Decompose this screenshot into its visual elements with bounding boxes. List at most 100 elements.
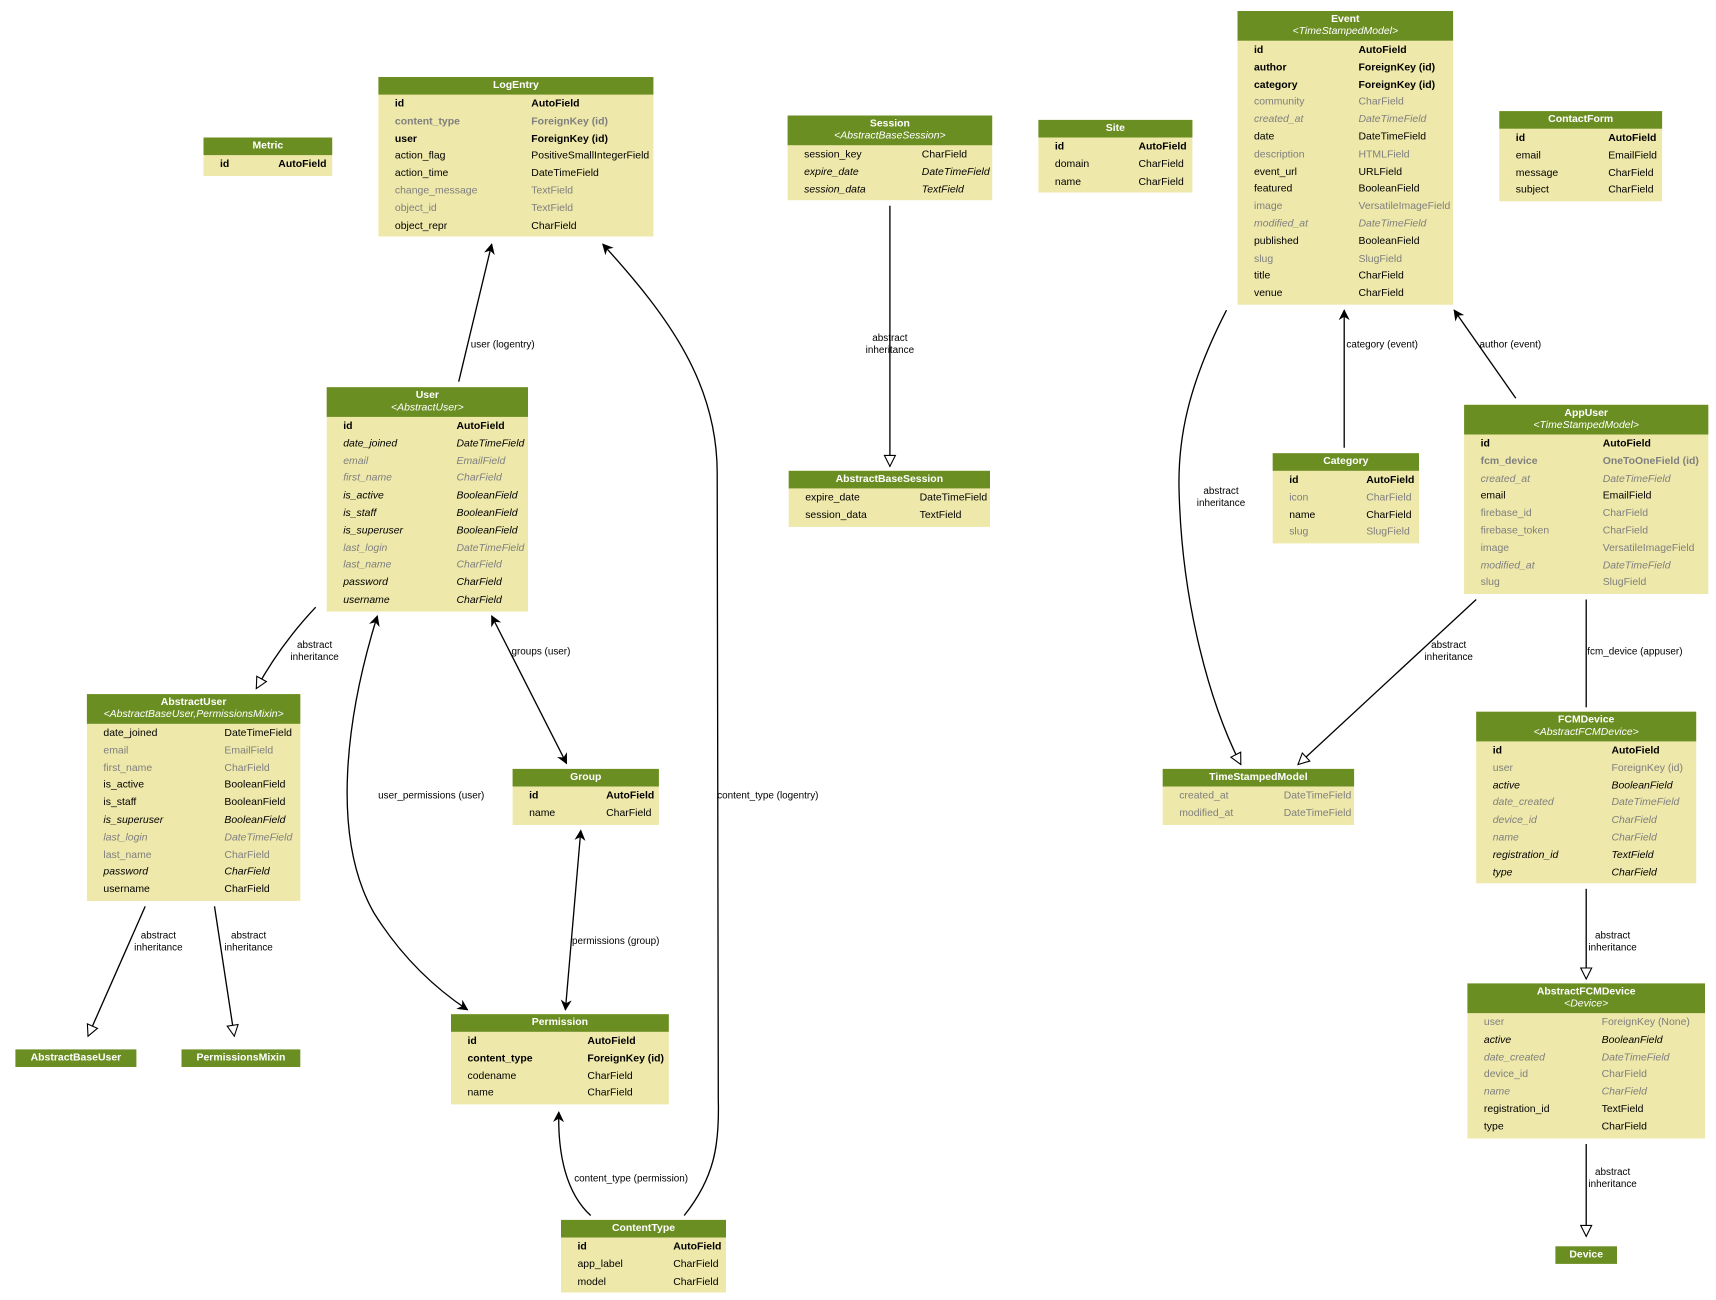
edge-event-timestampedmodel — [1178, 309, 1242, 764]
field-type: BooleanField — [224, 779, 286, 792]
model-device[interactable]: Device — [1555, 1246, 1617, 1264]
field-type: ForeignKey (id) — [531, 115, 608, 128]
field-row: id AutoField — [1464, 436, 1708, 453]
field-name: created_at — [1179, 789, 1229, 802]
model-category[interactable]: Category id AutoField icon CharField name Char… — [1272, 453, 1419, 544]
field-row: created_at DateTimeField — [1464, 470, 1708, 487]
model-abstractfcmdevice[interactable]: AbstractFCMDevice <Device> user ForeignKey … — [1467, 983, 1705, 1139]
field-row: password CharField — [327, 574, 528, 591]
field-name: date_created — [1483, 1051, 1545, 1064]
edge-userpermissions-user — [346, 614, 469, 1011]
field-row: icon CharField — [1273, 489, 1419, 506]
field-type: CharField — [531, 219, 577, 232]
field-row: modified_at DateTimeField — [1464, 557, 1708, 574]
model-contenttype[interactable]: ContentType id AutoField app_label CharField… — [561, 1219, 726, 1293]
field-row: id AutoField — [1476, 743, 1696, 760]
field-type: ForeignKey (id) — [1611, 762, 1683, 775]
field-type: CharField — [1366, 508, 1412, 521]
field-row: created_at DateTimeField — [1163, 788, 1354, 805]
field-name: is_superuser — [103, 813, 164, 827]
field-type: CharField — [587, 1069, 633, 1082]
model-group[interactable]: Group id AutoField name CharField — [512, 768, 659, 825]
field-type: DateTimeField — [531, 167, 599, 180]
model-contactform[interactable]: ContactForm id AutoField email EmailField mes… — [1499, 111, 1663, 202]
field-name: name — [1483, 1085, 1511, 1099]
field-name: expire_date — [804, 165, 859, 178]
field-type: EmailField — [1602, 489, 1652, 503]
model-permissionsmixin[interactable]: PermissionsMixin — [181, 1049, 301, 1067]
field-row: firebase_token CharField — [1464, 522, 1708, 539]
field-row: change_message TextField — [378, 183, 653, 200]
model-fcmdevice[interactable]: FCMDevice <AbstractFCMDevice> id AutoField u… — [1476, 711, 1697, 884]
field-row: expire_date DateTimeField — [789, 490, 990, 507]
er-diagram: Metric id AutoField LogEntry id AutoField cont… — [0, 0, 1716, 1300]
field-row: firebase_id CharField — [1464, 505, 1708, 522]
model-abstractbaseuser[interactable]: AbstractBaseUser — [15, 1049, 137, 1067]
edge-label: permissions (group) — [572, 935, 660, 946]
model-name: Site — [1105, 122, 1125, 135]
model-header: AbstractBaseUser — [15, 1049, 137, 1067]
field-row: title CharField — [1238, 268, 1454, 285]
model-site[interactable]: Site id AutoField domain CharField name CharFi… — [1038, 119, 1193, 193]
field-type: CharField — [456, 472, 502, 485]
model-permission[interactable]: Permission id AutoField content_type Foreign… — [451, 1014, 669, 1105]
field-type: BooleanField — [224, 796, 286, 809]
field-name: object_id — [394, 202, 437, 215]
model-abstractbasesession[interactable]: AbstractBaseSession expire_date DateTimeFi… — [788, 470, 990, 527]
model-header: AbstractBaseSession — [788, 470, 990, 489]
field-type: EmailField — [1608, 149, 1657, 162]
field-type: DateTimeField — [224, 831, 293, 844]
field-type: CharField — [1601, 1068, 1647, 1081]
field-name: id — [394, 97, 405, 110]
field-name: id — [1515, 132, 1526, 145]
field-row: category ForeignKey (id) — [1238, 77, 1454, 94]
field-type: CharField — [673, 1258, 719, 1271]
field-type: AutoField — [673, 1240, 722, 1253]
field-name: id — [1289, 474, 1299, 487]
field-name: codename — [467, 1069, 517, 1082]
field-type: TextField — [531, 184, 574, 197]
model-session[interactable]: Session <AbstractBaseSession> session_key C… — [787, 115, 993, 201]
model-logentry[interactable]: LogEntry id AutoField content_type ForeignKe… — [378, 77, 654, 237]
field-row: password CharField — [87, 864, 300, 881]
field-name: content_type — [394, 115, 460, 128]
field-name: description — [1254, 148, 1305, 161]
field-row: date_created DateTimeField — [1467, 1049, 1705, 1066]
field-type: AutoField — [1366, 474, 1415, 487]
model-abstractuser[interactable]: AbstractUser <AbstractBaseUser,Permission… — [86, 694, 301, 901]
model-name: ContactForm — [1548, 113, 1614, 126]
field-type: CharField — [1602, 524, 1649, 537]
field-row: last_name CharField — [327, 557, 528, 574]
model-appuser[interactable]: AppUser <TimeStampedModel> id AutoField fcm_… — [1464, 404, 1709, 595]
field-row: action_time DateTimeField — [378, 165, 653, 182]
field-type: TextField — [531, 202, 574, 215]
field-name: user — [394, 132, 417, 145]
field-row: user ForeignKey (id) — [378, 130, 653, 147]
field-row: id AutoField — [204, 156, 333, 173]
field-type: CharField — [224, 883, 270, 896]
model-name: Group — [570, 771, 602, 784]
field-type: AutoField — [531, 97, 580, 110]
model-parent: <TimeStampedModel> — [1533, 419, 1640, 432]
field-name: date_created — [1492, 796, 1554, 809]
field-type: TextField — [1601, 1103, 1644, 1116]
field-type: DateTimeField — [1602, 559, 1671, 572]
field-row: id AutoField — [451, 1033, 669, 1050]
model-name: AbstractBaseSession — [835, 473, 944, 486]
field-row: is_superuser BooleanField — [87, 812, 300, 829]
edge-label: groups (user) — [511, 645, 571, 657]
model-timestampedmodel[interactable]: TimeStampedModel created_at DateTimeField m… — [1162, 768, 1355, 825]
field-name: device_id — [1483, 1068, 1529, 1081]
field-row: created_at DateTimeField — [1238, 111, 1454, 128]
field-name: last_login — [103, 831, 148, 844]
model-metric[interactable]: Metric id AutoField — [203, 137, 333, 176]
edge-groups-user — [491, 615, 568, 765]
model-user[interactable]: User <AbstractUser> id AutoField date_joined… — [326, 387, 528, 612]
field-row: content_type ForeignKey (id) — [451, 1050, 669, 1067]
field-row: last_login DateTimeField — [87, 829, 300, 846]
field-name: published — [1254, 235, 1299, 248]
field-row: email EmailField — [327, 453, 528, 470]
model-event[interactable]: Event <TimeStampedModel> id AutoField author… — [1237, 11, 1454, 305]
field-name: last_name — [343, 559, 392, 572]
model-name: TimeStampedModel — [1209, 771, 1308, 784]
